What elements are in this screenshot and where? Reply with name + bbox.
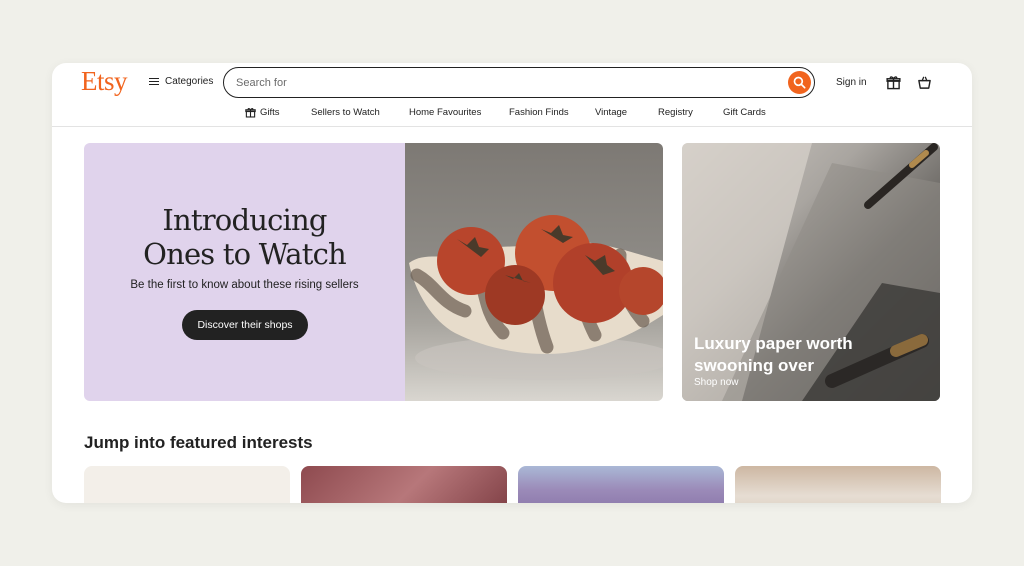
nav-item-label: Registry [658, 107, 693, 118]
hero-text-panel: Introducing Ones to Watch Be the first t… [84, 143, 405, 401]
categories-label: Categories [165, 76, 214, 87]
site-header: Etsy Categories Sign in [52, 63, 972, 103]
search-button[interactable] [788, 71, 811, 94]
etsy-logo[interactable]: Etsy [81, 66, 128, 97]
interest-tile[interactable] [301, 466, 507, 503]
side-promo-title-line: swooning over [694, 356, 814, 375]
nav-item-label: Gifts [260, 107, 280, 118]
nav-item-label: Fashion Finds [509, 107, 569, 118]
hero-title-line: Introducing [162, 203, 327, 237]
nav-item-home-favourites[interactable]: Home Favourites [409, 107, 481, 118]
persimmon-bowl-illustration [409, 215, 663, 380]
nav-item-fashion-finds[interactable]: Fashion Finds [509, 107, 569, 118]
sign-in-link[interactable]: Sign in [836, 77, 867, 88]
nav-item-label: Home Favourites [409, 107, 482, 118]
nav-item-label: Vintage [595, 107, 628, 118]
interest-tile[interactable] [735, 466, 941, 503]
interest-tile[interactable] [518, 466, 724, 503]
search-input[interactable] [236, 74, 776, 92]
side-promo-title: Luxury paper worth swooning over [694, 333, 853, 377]
gift-button[interactable] [886, 75, 901, 95]
shop-now-link[interactable]: Shop now [694, 377, 738, 388]
category-nav: Gifts Sellers to Watch Home Favourites F… [52, 103, 972, 127]
hero-title-line: Ones to Watch [143, 237, 347, 271]
interest-tile[interactable] [84, 466, 290, 503]
nav-item-vintage[interactable]: Vintage [595, 107, 627, 118]
discover-shops-button[interactable]: Discover their shops [182, 310, 308, 340]
browser-window: Etsy Categories Sign in [52, 63, 972, 503]
side-promo-title-line: Luxury paper worth [694, 334, 853, 353]
nav-item-sellers-to-watch[interactable]: Sellers to Watch [311, 107, 380, 118]
featured-interests-heading: Jump into featured interests [84, 433, 313, 452]
cart-button[interactable] [917, 75, 932, 95]
gift-icon [886, 76, 901, 90]
search-icon [793, 76, 806, 89]
side-promo-luxury-paper[interactable]: Luxury paper worth swooning over Shop no… [682, 143, 940, 401]
search-bar [223, 67, 815, 98]
nav-item-registry[interactable]: Registry [658, 107, 693, 118]
nav-item-label: Sellers to Watch [311, 107, 380, 118]
hero-banner: Introducing Ones to Watch Be the first t… [84, 143, 663, 401]
hero-subtitle: Be the first to know about these rising … [130, 279, 359, 291]
categories-button[interactable]: Categories [149, 76, 213, 87]
nav-item-label: Gift Cards [723, 107, 766, 118]
shopping-bag-icon [918, 76, 931, 89]
hero-image[interactable] [405, 143, 663, 401]
nav-item-gifts[interactable]: Gifts [245, 107, 280, 118]
nav-item-gift-cards[interactable]: Gift Cards [723, 107, 766, 118]
hamburger-menu-icon [149, 77, 159, 86]
hero-title: Introducing Ones to Watch [84, 203, 405, 271]
gift-icon [245, 107, 256, 118]
